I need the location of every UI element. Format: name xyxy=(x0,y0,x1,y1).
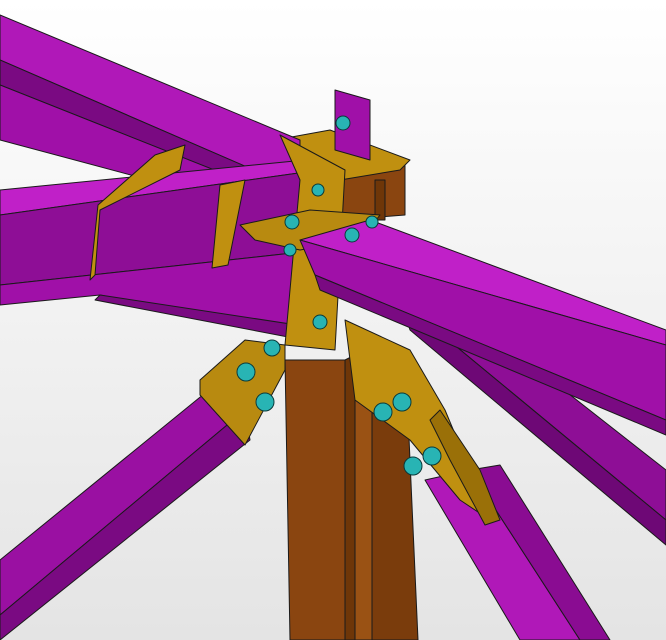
bolt-icon xyxy=(365,215,379,229)
bolt-icon xyxy=(392,392,412,412)
bolt-icon xyxy=(403,456,423,476)
bolt-icon xyxy=(335,115,351,131)
bolt-icon xyxy=(263,339,281,357)
bolt-icon xyxy=(373,402,393,422)
bolt-icon xyxy=(422,446,442,466)
bolt-icon xyxy=(236,362,256,382)
bolt-icon xyxy=(283,243,297,257)
bolt-icon xyxy=(311,183,325,197)
bolt-icon xyxy=(344,227,360,243)
bolt-icon xyxy=(284,214,300,230)
steel-connection-3d-view xyxy=(0,0,666,640)
bolt-icon xyxy=(312,314,328,330)
bolt-icon xyxy=(255,392,275,412)
